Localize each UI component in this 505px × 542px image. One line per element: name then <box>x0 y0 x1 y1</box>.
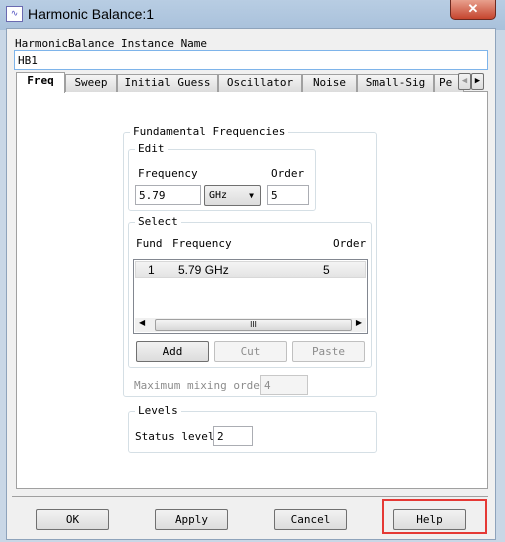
add-button[interactable]: Add <box>136 341 209 362</box>
select-title: Select <box>135 215 181 228</box>
unit-select[interactable]: GHz ▼ <box>204 185 261 206</box>
apply-button[interactable]: Apply <box>155 509 228 530</box>
scroll-left-icon[interactable]: ◀ <box>139 318 145 327</box>
waveform-icon: ∿ <box>6 6 23 22</box>
tab-initial-guess[interactable]: Initial Guess <box>117 74 218 92</box>
header-fund: Fund <box>136 237 163 250</box>
header-frequency: Frequency <box>172 237 232 250</box>
unit-value: GHz <box>209 190 228 201</box>
scroll-right-icon[interactable]: ▶ <box>356 318 362 327</box>
instance-name-input[interactable] <box>14 50 488 70</box>
window-title: Harmonic Balance:1 <box>28 6 155 22</box>
ok-button[interactable]: OK <box>36 509 109 530</box>
help-highlight-box <box>382 499 487 534</box>
tab-bar: Freq Sweep Initial Guess Oscillator Nois… <box>10 72 490 93</box>
status-level-label: Status level <box>135 430 215 443</box>
tab-noise[interactable]: Noise <box>302 74 357 92</box>
list-item[interactable]: 1 5.79 GHz 5 <box>135 261 366 278</box>
footer-divider <box>12 496 488 497</box>
tab-small-sig[interactable]: Small-Sig <box>357 74 434 92</box>
cancel-button[interactable]: Cancel <box>274 509 347 530</box>
levels-title: Levels <box>135 404 181 417</box>
instance-name-label: HarmonicBalance Instance Name <box>15 37 208 50</box>
frequency-cell: 5.79 GHz <box>178 263 229 277</box>
max-mixing-order-input[interactable] <box>260 375 308 395</box>
horizontal-scrollbar[interactable]: ◀ III ▶ <box>135 318 366 332</box>
status-level-input[interactable] <box>213 426 253 446</box>
paste-button[interactable]: Paste <box>292 341 365 362</box>
cut-button[interactable]: Cut <box>214 341 287 362</box>
title-bar: ∿ Harmonic Balance:1 ✕ <box>0 0 505 30</box>
frequency-label: Frequency <box>138 167 198 180</box>
fundamental-frequencies-title: Fundamental Frequencies <box>130 125 289 138</box>
tab-oscillator[interactable]: Oscillator <box>218 74 302 92</box>
header-order: Order <box>333 237 367 250</box>
chevron-down-icon: ▼ <box>249 191 254 200</box>
tab-scroll-left-button[interactable]: ◀ <box>458 73 471 90</box>
order-input[interactable] <box>267 185 309 205</box>
fundamentals-list[interactable]: 1 5.79 GHz 5 ◀ III ▶ <box>133 259 368 334</box>
scroll-thumb[interactable]: III <box>155 319 352 331</box>
max-mixing-order-label: Maximum mixing order <box>134 379 267 392</box>
tab-freq[interactable]: Freq <box>16 72 65 93</box>
tab-sweep[interactable]: Sweep <box>65 74 117 92</box>
tab-scroll-right-button[interactable]: ▶ <box>471 73 484 90</box>
edit-title: Edit <box>135 142 168 155</box>
order-label: Order <box>271 167 305 180</box>
order-cell: 5 <box>323 263 330 277</box>
close-button[interactable]: ✕ <box>450 0 496 20</box>
frequency-input[interactable] <box>135 185 201 205</box>
fund-cell: 1 <box>148 263 155 277</box>
